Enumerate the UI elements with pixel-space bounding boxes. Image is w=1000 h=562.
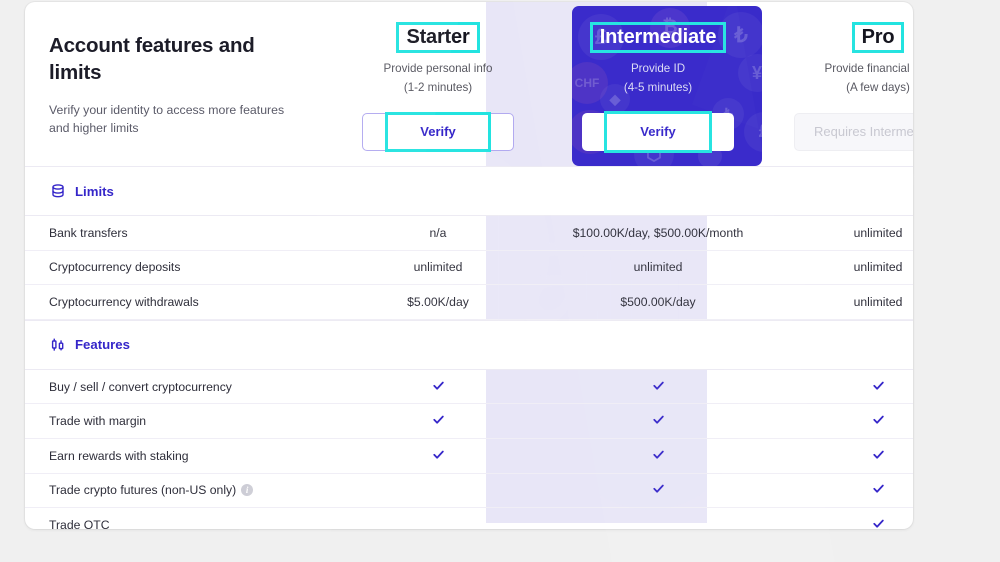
sections-container: Limits Bank transfers n/a $100.00K/day, $50… xyxy=(25,166,913,529)
cell-value-pro: unlimited xyxy=(853,225,903,240)
table-row: Cryptocurrency withdrawals $5.00K/day $500… xyxy=(25,285,913,320)
verify-button-starter[interactable]: Verify xyxy=(362,111,514,152)
row-label: Cryptocurrency deposits xyxy=(25,260,328,274)
verify-button-intermediate[interactable]: Verify xyxy=(582,110,734,153)
check-icon xyxy=(548,379,768,395)
check-icon xyxy=(768,448,913,464)
table-row: Buy / sell / convert cryptocurrency xyxy=(25,370,913,405)
requires-intermediate-button-pro: Requires Intermediate xyxy=(794,112,913,151)
cell-value-starter: $5.00K/day xyxy=(407,294,469,309)
page-title: Account features and limits xyxy=(49,34,255,85)
cell-value-pro: unlimited xyxy=(853,294,903,309)
section-label: Limits xyxy=(75,183,114,199)
tier-column-pro: Pro Provide financial info (A few days) … xyxy=(768,2,913,166)
tier-desc-pro-line2: (A few days) xyxy=(846,80,910,94)
row-label-text: Trade crypto futures (non-US only) xyxy=(49,483,237,498)
check-icon xyxy=(548,482,768,498)
section-header-features: Features xyxy=(25,319,913,370)
row-label-text: Cryptocurrency deposits xyxy=(49,260,181,275)
cell-value-intermediate: unlimited xyxy=(633,260,683,275)
tier-name-starter: Starter xyxy=(406,26,470,48)
check-icon xyxy=(768,413,913,429)
row-label: Bank transfers xyxy=(25,226,328,240)
table-row: Trade OTC xyxy=(25,508,913,529)
info-icon[interactable]: i xyxy=(241,484,254,497)
table-row: Earn rewards with staking xyxy=(25,439,913,474)
row-label: Trade crypto futures (non-US only) i xyxy=(25,483,328,497)
tier-name-pro: Pro xyxy=(861,26,895,48)
tier-desc-pro-line1: Provide financial info xyxy=(824,62,914,75)
check-icon xyxy=(548,448,768,464)
check-icon xyxy=(328,448,548,464)
row-label-text: Trade OTC xyxy=(49,517,110,529)
row-label: Trade OTC xyxy=(25,518,328,529)
tier-name-intermediate: Intermediate xyxy=(599,26,717,48)
tier-desc-starter-line1: Provide personal info xyxy=(383,62,493,75)
row-label: Earn rewards with staking xyxy=(25,449,328,463)
row-label-text: Earn rewards with staking xyxy=(49,448,189,463)
section-label: Features xyxy=(75,337,130,353)
row-label-text: Trade with margin xyxy=(49,414,147,429)
check-icon xyxy=(328,413,548,429)
tier-desc-intermediate-line1: Provide ID xyxy=(630,62,686,75)
tier-name-intermediate-wrap: Intermediate xyxy=(589,22,727,53)
check-icon xyxy=(768,482,913,498)
database-icon xyxy=(49,183,66,200)
cell-value-starter: n/a xyxy=(429,225,447,240)
row-label-text: Bank transfers xyxy=(49,225,128,240)
comparison-grid: Account features and limits Verify your … xyxy=(25,2,913,529)
tier-header-row: Account features and limits Verify your … xyxy=(25,2,913,166)
intro-block: Account features and limits Verify your … xyxy=(25,2,328,166)
row-label: Cryptocurrency withdrawals xyxy=(25,295,328,309)
page-subtitle: Verify your identity to access more feat… xyxy=(49,102,285,135)
row-label-text: Cryptocurrency withdrawals xyxy=(49,294,199,309)
candlestick-chart-icon xyxy=(49,336,66,353)
row-label-text: Buy / sell / convert cryptocurrency xyxy=(49,379,232,394)
tier-desc-intermediate-line2: (4-5 minutes) xyxy=(623,80,693,94)
requires-intermediate-button-label: Requires Intermediate xyxy=(814,124,913,140)
cell-value-starter: unlimited xyxy=(413,260,463,275)
table-row: Trade with margin xyxy=(25,404,913,439)
cell-value-intermediate: $100.00K/day, $500.00K/month xyxy=(572,225,744,240)
tier-desc-starter-line2: (1-2 minutes) xyxy=(403,80,473,94)
row-label: Trade with margin xyxy=(25,414,328,428)
tier-column-intermediate: £₿₺CHF¥◆$₺£⬡ Intermediate Provide ID (4-… xyxy=(548,2,768,166)
tier-name-starter-wrap: Starter xyxy=(396,22,480,53)
check-icon xyxy=(548,413,768,429)
table-row: Cryptocurrency deposits unlimited unlimite… xyxy=(25,251,913,286)
cell-value-intermediate: $500.00K/day xyxy=(620,294,696,309)
check-icon xyxy=(768,379,913,395)
section-header-limits: Limits xyxy=(25,166,913,216)
verify-button-starter-label: Verify xyxy=(420,124,456,140)
check-icon xyxy=(768,517,913,529)
tier-name-pro-wrap: Pro xyxy=(851,22,905,53)
table-row: Trade crypto futures (non-US only) i xyxy=(25,474,913,509)
cell-value-pro: unlimited xyxy=(853,260,903,275)
account-features-card: Account features and limits Verify your … xyxy=(25,2,913,529)
table-row: Bank transfers n/a $100.00K/day, $500.00K/… xyxy=(25,216,913,251)
tier-column-starter: Starter Provide personal info (1-2 minut… xyxy=(328,2,548,166)
row-label: Buy / sell / convert cryptocurrency xyxy=(25,380,328,394)
verify-button-intermediate-label: Verify xyxy=(640,124,676,140)
check-icon xyxy=(328,379,548,395)
